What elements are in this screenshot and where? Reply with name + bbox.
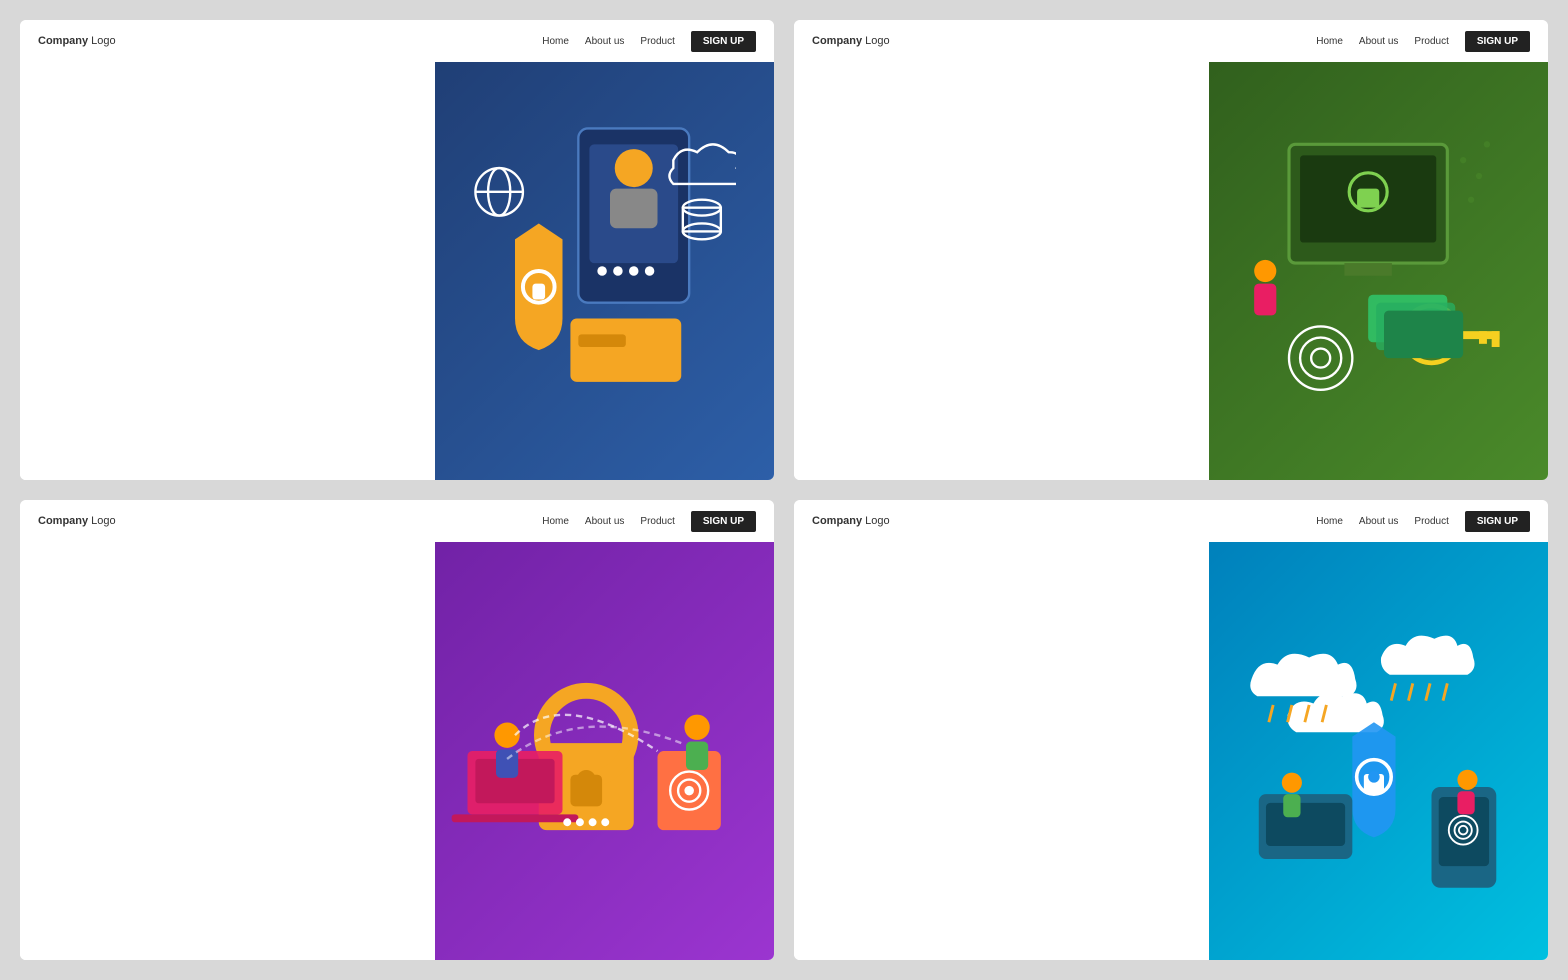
left-content-1: Personal dataprotection Lorem ipsum dolo… bbox=[20, 62, 435, 480]
nav-links-1: Home About us Product SIGN UP bbox=[542, 31, 756, 52]
illus-svg-2 bbox=[1194, 104, 1511, 438]
illus-svg-1 bbox=[420, 104, 737, 438]
nav-product-3[interactable]: Product bbox=[640, 516, 674, 527]
card-title-4: Best onlinesecurity bbox=[816, 682, 1187, 735]
email-input-1[interactable] bbox=[128, 317, 268, 340]
card-internet-security: Company Logo Home About us Product SIGN … bbox=[20, 500, 774, 960]
card-desc-2: Lorem ipsum dolor sit amet, consectetuer… bbox=[816, 265, 1046, 303]
illustration-2 bbox=[1194, 104, 1511, 438]
email-input-4[interactable] bbox=[902, 797, 1042, 820]
card-desc-1: Lorem ipsum dolor sit amet, consectetuer… bbox=[42, 265, 272, 303]
nav-about-2[interactable]: About us bbox=[1359, 36, 1398, 47]
nav-links-3: Home About us Product SIGN UP bbox=[542, 511, 756, 532]
nav-home-4[interactable]: Home bbox=[1316, 516, 1343, 527]
logo-3: Company Logo bbox=[38, 515, 116, 527]
nav-home-1[interactable]: Home bbox=[542, 36, 569, 47]
nav-home-2[interactable]: Home bbox=[1316, 36, 1343, 47]
cta-row-4: GET STARTED bbox=[816, 797, 1187, 820]
signup-btn-1[interactable]: SIGN UP bbox=[691, 31, 756, 52]
navbar-4: Company Logo Home About us Product SIGN … bbox=[794, 500, 1548, 542]
get-started-btn-3[interactable]: GET STARTED bbox=[42, 797, 120, 820]
logo-4: Company Logo bbox=[812, 515, 890, 527]
illus-svg-3 bbox=[420, 584, 737, 918]
cta-row-1: GET STARTED bbox=[42, 317, 413, 340]
get-started-btn-4[interactable]: GET STARTED bbox=[816, 797, 894, 820]
navbar-3: Company Logo Home About us Product SIGN … bbox=[20, 500, 774, 542]
get-started-btn-2[interactable]: GET STARTED bbox=[816, 317, 894, 340]
card-title-3: Internetsecurity bbox=[42, 682, 413, 735]
signup-btn-4[interactable]: SIGN UP bbox=[1465, 511, 1530, 532]
card-body-4: Best onlinesecurity Lorem ipsum dolor si… bbox=[794, 542, 1548, 960]
left-content-2: Privacy anddata protection Lorem ipsum d… bbox=[794, 62, 1209, 480]
card-body-2: Privacy anddata protection Lorem ipsum d… bbox=[794, 62, 1548, 480]
card-desc-3: Lorem ipsum dolor sit amet, consectetuer… bbox=[42, 745, 272, 783]
nav-product-4[interactable]: Product bbox=[1414, 516, 1448, 527]
card-body-1: Personal dataprotection Lorem ipsum dolo… bbox=[20, 62, 774, 480]
card-privacy: Company Logo Home About us Product SIGN … bbox=[794, 20, 1548, 480]
left-content-4: Best onlinesecurity Lorem ipsum dolor si… bbox=[794, 542, 1209, 960]
cta-row-2: GET STARTED bbox=[816, 317, 1187, 340]
navbar-2: Company Logo Home About us Product SIGN … bbox=[794, 20, 1548, 62]
nav-about-4[interactable]: About us bbox=[1359, 516, 1398, 527]
navbar-1: Company Logo Home About us Product SIGN … bbox=[20, 20, 774, 62]
card-personal-data: Company Logo Home About us Product SIGN … bbox=[20, 20, 774, 480]
nav-product-2[interactable]: Product bbox=[1414, 36, 1448, 47]
signup-btn-2[interactable]: SIGN UP bbox=[1465, 31, 1530, 52]
nav-links-2: Home About us Product SIGN UP bbox=[1316, 31, 1530, 52]
nav-product-1[interactable]: Product bbox=[640, 36, 674, 47]
left-content-3: Internetsecurity Lorem ipsum dolor sit a… bbox=[20, 542, 435, 960]
logo-1: Company Logo bbox=[38, 35, 116, 47]
card-desc-4: Lorem ipsum dolor sit amet, consectetuer… bbox=[816, 745, 1046, 783]
get-started-btn-1[interactable]: GET STARTED bbox=[42, 317, 120, 340]
nav-links-4: Home About us Product SIGN UP bbox=[1316, 511, 1530, 532]
cta-row-3: GET STARTED bbox=[42, 797, 413, 820]
email-input-2[interactable] bbox=[902, 317, 1042, 340]
card-title-1: Personal dataprotection bbox=[42, 202, 413, 255]
email-input-3[interactable] bbox=[128, 797, 268, 820]
card-online-security: Company Logo Home About us Product SIGN … bbox=[794, 500, 1548, 960]
illustration-1 bbox=[420, 104, 737, 438]
illustration-4 bbox=[1194, 584, 1511, 918]
signup-btn-3[interactable]: SIGN UP bbox=[691, 511, 756, 532]
logo-2: Company Logo bbox=[812, 35, 890, 47]
card-body-3: Internetsecurity Lorem ipsum dolor sit a… bbox=[20, 542, 774, 960]
illustration-3 bbox=[420, 584, 737, 918]
card-title-2: Privacy anddata protection bbox=[816, 202, 1187, 255]
nav-about-3[interactable]: About us bbox=[585, 516, 624, 527]
nav-home-3[interactable]: Home bbox=[542, 516, 569, 527]
nav-about-1[interactable]: About us bbox=[585, 36, 624, 47]
illus-svg-4 bbox=[1194, 584, 1511, 918]
